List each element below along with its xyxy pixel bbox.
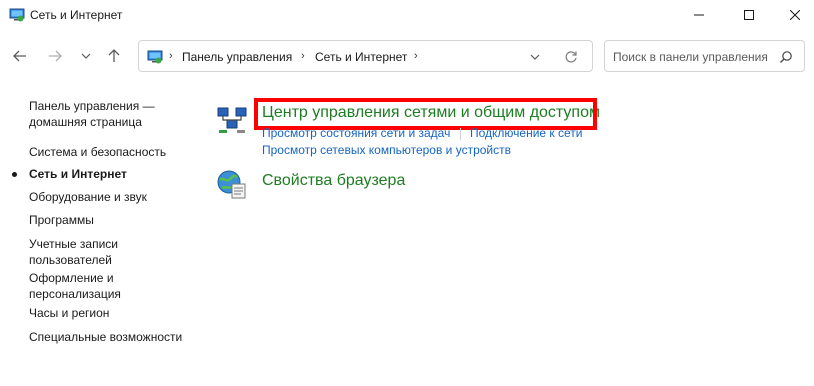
internet-options-link[interactable]: Свойства браузера	[262, 172, 405, 190]
breadcrumb-control-panel[interactable]: Панель управления	[182, 50, 292, 64]
sidebar-item-label: Панель управления —	[29, 99, 155, 113]
sidebar-item-user-accounts[interactable]: Учетные записи пользователей	[29, 236, 118, 268]
maximize-icon	[744, 10, 754, 20]
network-internet-icon	[147, 50, 163, 64]
refresh-icon	[565, 51, 577, 63]
recent-locations-button[interactable]	[76, 46, 96, 66]
breadcrumb-network-internet[interactable]: Сеть и Интернет	[315, 50, 407, 64]
chevron-down-icon	[81, 53, 91, 59]
search-icon[interactable]	[779, 50, 793, 64]
active-bullet-icon	[12, 172, 17, 177]
minimize-icon	[694, 14, 704, 16]
close-icon	[790, 10, 800, 20]
search-input[interactable]	[613, 48, 773, 66]
sidebar-item-label: пользователей	[29, 253, 112, 267]
breadcrumb-separator-icon[interactable]: ›	[414, 50, 418, 62]
address-bar[interactable]: › Панель управления › Сеть и Интернет ›	[138, 40, 593, 72]
sidebar-item-label: домашняя страница	[29, 115, 142, 129]
sidebar-item-programs[interactable]: Программы	[29, 212, 94, 228]
back-button[interactable]	[10, 46, 30, 66]
minimize-button[interactable]	[676, 0, 722, 30]
address-dropdown-button[interactable]	[527, 49, 543, 65]
sidebar-item-network-internet[interactable]: Сеть и Интернет	[29, 166, 127, 182]
up-button[interactable]	[104, 46, 124, 66]
sidebar-item-home[interactable]: Панель управления — домашняя страница	[29, 98, 155, 130]
title-bar: Сеть и Интернет	[0, 0, 814, 30]
refresh-button[interactable]	[563, 49, 579, 65]
breadcrumb-separator-icon[interactable]: ›	[169, 50, 173, 62]
chevron-down-icon	[530, 54, 540, 60]
view-network-status-link[interactable]: Просмотр состояния сети и задач	[262, 126, 450, 140]
maximize-button[interactable]	[726, 0, 772, 30]
network-sharing-center-icon	[217, 107, 247, 133]
window-title: Сеть и Интернет	[30, 8, 123, 22]
sidebar-item-hardware-sound[interactable]: Оборудование и звук	[29, 189, 147, 205]
sidebar-item-clock-region[interactable]: Часы и регион	[29, 305, 109, 321]
sidebar-item-label: Учетные записи	[29, 237, 118, 251]
connect-to-network-link[interactable]: Подключение к сети	[470, 126, 582, 140]
close-button[interactable]	[772, 0, 814, 30]
internet-options-icon	[217, 170, 246, 199]
sidebar-item-appearance[interactable]: Оформление и персонализация	[29, 270, 121, 302]
link-divider	[460, 128, 461, 140]
forward-button[interactable]	[45, 46, 65, 66]
view-network-computers-link[interactable]: Просмотр сетевых компьютеров и устройств	[262, 143, 511, 157]
arrow-right-icon	[49, 50, 62, 62]
arrow-up-icon	[108, 49, 120, 62]
network-internet-icon	[9, 8, 25, 22]
arrow-left-icon	[13, 50, 26, 62]
sidebar-item-accessibility[interactable]: Специальные возможности	[29, 329, 182, 345]
control-panel-window: Сеть и Интернет › Панель управления › Се…	[0, 0, 814, 386]
sidebar-item-system-security[interactable]: Система и безопасность	[29, 144, 166, 160]
sidebar-item-label: Оформление и	[29, 271, 114, 285]
breadcrumb-separator-icon[interactable]: ›	[301, 50, 305, 62]
sidebar-item-label: персонализация	[29, 287, 121, 301]
search-box[interactable]	[604, 40, 805, 72]
navigation-bar: › Панель управления › Сеть и Интернет ›	[0, 36, 814, 76]
